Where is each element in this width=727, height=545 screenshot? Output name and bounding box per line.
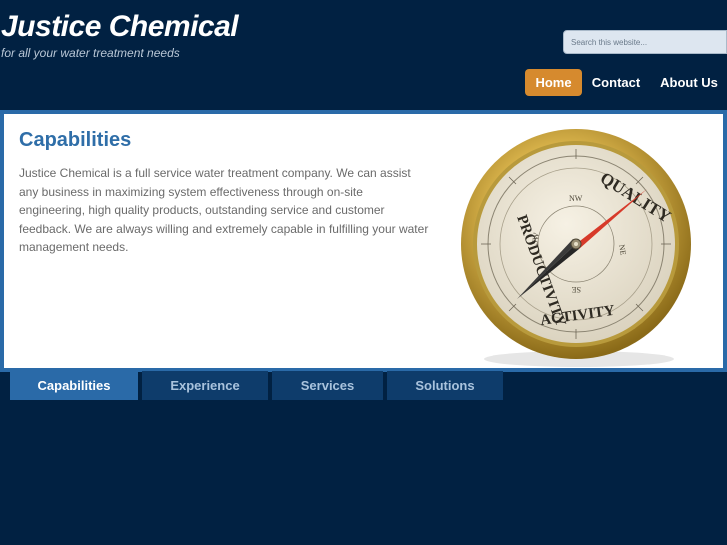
compass-ne-label: NE <box>617 244 628 256</box>
feature-title: Capabilities <box>19 129 132 151</box>
main-nav: Home Contact About Us <box>0 69 727 96</box>
feature-panel: Capabilities Justice Chemical is a full … <box>0 110 727 372</box>
nav-contact[interactable]: Contact <box>586 69 646 96</box>
search-input[interactable]: Search this website... <box>563 30 727 54</box>
tab-experience[interactable]: Experience <box>142 371 268 400</box>
site-tagline: for all your water treatment needs <box>1 46 180 60</box>
tab-services[interactable]: Services <box>272 371 383 400</box>
compass-se-label: SE <box>572 285 581 294</box>
tab-capabilities[interactable]: Capabilities <box>10 371 138 400</box>
feature-tabs: Capabilities Experience Services Solutio… <box>0 371 727 400</box>
feature-content: Capabilities Justice Chemical is a full … <box>4 114 723 368</box>
tab-solutions[interactable]: Solutions <box>387 371 503 400</box>
compass-nw-label: NW <box>569 194 583 203</box>
nav-about-us[interactable]: About Us <box>654 69 724 96</box>
compass-image: NW NE SW SE QUALITY PRODUCTIVITY ACTIVIT… <box>461 129 691 367</box>
site-title[interactable]: Justice Chemical <box>1 10 239 44</box>
feature-body: Justice Chemical is a full service water… <box>19 166 429 254</box>
nav-home[interactable]: Home <box>525 69 582 96</box>
